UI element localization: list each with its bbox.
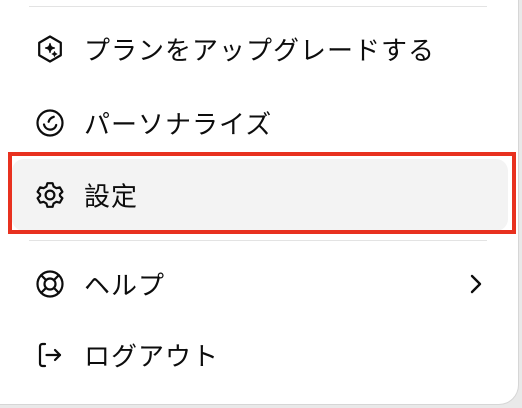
menu-item-help[interactable]: ヘルプ: [12, 248, 508, 320]
menu-item-upgrade-plan-label: プランをアップグレードする: [84, 36, 436, 67]
menu-item-settings-label: 設定: [84, 182, 139, 213]
menu-item-logout-label: ログアウト: [84, 342, 220, 373]
personalize-icon: [34, 107, 66, 139]
menu-divider-bottom: [29, 240, 487, 241]
menu-item-personalize[interactable]: パーソナライズ: [12, 87, 508, 159]
upgrade-sparkle-icon: [34, 33, 66, 65]
account-menu: プランをアップグレードする パーソナライズ 設定 ヘルプ ログアウト: [0, 0, 519, 405]
menu-divider-top: [29, 6, 487, 7]
menu-item-personalize-label: パーソナライズ: [84, 110, 273, 141]
settings-gear-icon: [34, 179, 66, 211]
menu-item-help-label: ヘルプ: [84, 271, 166, 302]
menu-item-settings[interactable]: 設定: [12, 159, 508, 231]
menu-item-upgrade-plan[interactable]: プランをアップグレードする: [12, 13, 508, 85]
menu-item-logout[interactable]: ログアウト: [12, 319, 508, 391]
chevron-right-icon: [466, 272, 486, 296]
logout-icon: [34, 339, 66, 371]
help-lifebuoy-icon: [34, 268, 66, 300]
